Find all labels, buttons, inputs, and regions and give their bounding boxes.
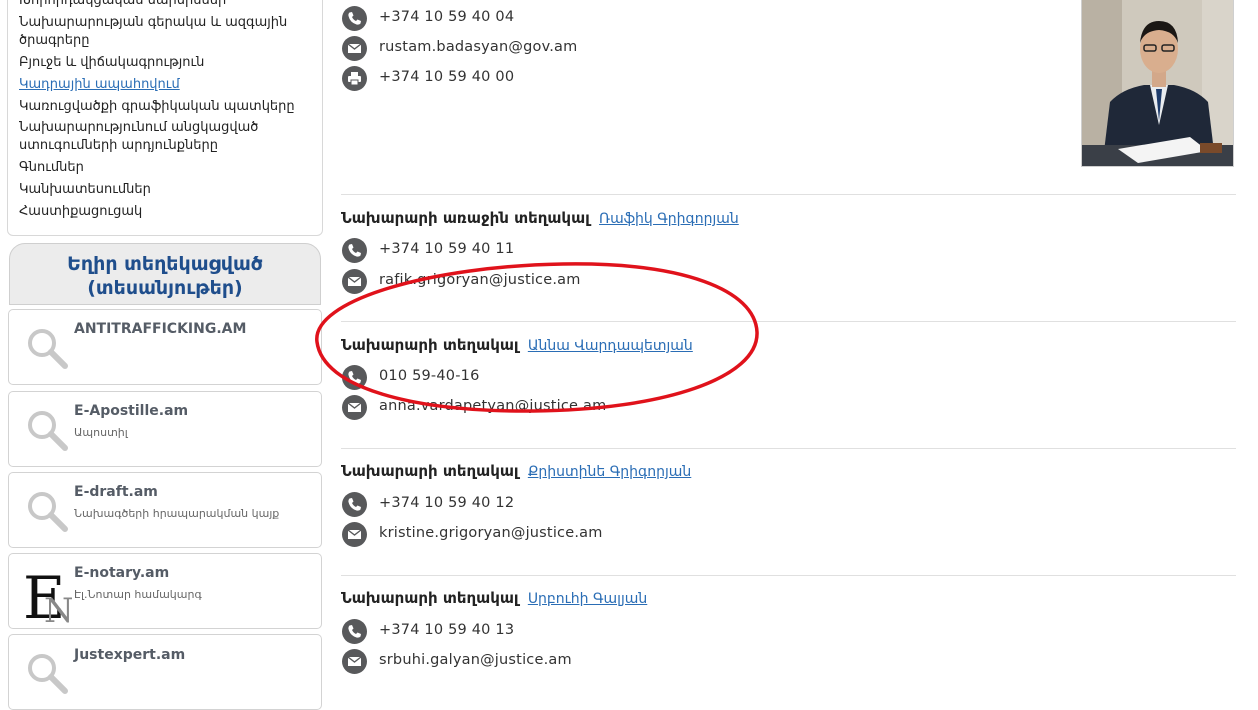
- menu-item-priority-programs[interactable]: Նախարարության գերակա և ազգային: [19, 14, 304, 32]
- deputy-3-phone: +374 10 59 40 12: [379, 495, 515, 511]
- email-icon: [342, 395, 367, 420]
- phone-icon: [342, 6, 367, 31]
- search-icon: [28, 654, 68, 694]
- deputy-3-heading: Նախարարի տեղակալ Քրիստինե Գրիգորյան: [341, 462, 691, 480]
- deputy-4-phone: +374 10 59 40 13: [379, 622, 515, 638]
- separator: [341, 321, 1236, 322]
- search-icon: [28, 411, 68, 451]
- sites-heading: Եղիր տեղեկացված (տեսանյութեր): [9, 243, 321, 305]
- deputy-1-phone: +374 10 59 40 11: [379, 241, 515, 257]
- deputy-2-phone: 010 59-40-16: [379, 368, 480, 384]
- e-notary-logo-icon: E N: [23, 564, 72, 624]
- site-card-antitrafficking[interactable]: ANTITRAFFICKING.AM: [8, 309, 322, 385]
- site-card-e-apostille[interactable]: E-Apostille.am Ապոստիլ: [8, 391, 322, 467]
- phone-icon: [342, 492, 367, 517]
- email-icon: [342, 269, 367, 294]
- email-icon: [342, 36, 367, 61]
- separator: [341, 448, 1236, 449]
- phone-icon: [342, 238, 367, 263]
- search-icon: [28, 492, 68, 532]
- fax-icon: [342, 66, 367, 91]
- minister-photo-image: [1082, 0, 1233, 166]
- menu-item-structure-chart[interactable]: Կառուցվածքի գրաֆիկական պատկերը: [19, 98, 304, 116]
- minister-photo: [1081, 0, 1234, 167]
- minister-email[interactable]: rustam.badasyan@gov.am: [379, 39, 577, 55]
- deputy-3-email[interactable]: kristine.grigoryan@justice.am: [379, 525, 603, 541]
- menu-item-inspections[interactable]: Նախարարությունում անցկացված: [19, 119, 304, 137]
- deputy-4-email[interactable]: srbuhi.galyan@justice.am: [379, 652, 572, 668]
- deputy-4-role: Նախարարի տեղակալ: [341, 589, 519, 607]
- site-card-e-notary[interactable]: E N E-notary.am Էլ.Նոտար համակարգ: [8, 553, 322, 629]
- minister-phone: +374 10 59 40 04: [379, 9, 515, 25]
- menu-item-staff-list[interactable]: Հաստիքացուցակ: [19, 203, 304, 221]
- site-card-justexpert[interactable]: Justexpert.am: [8, 634, 322, 710]
- site-subtitle: Էլ.Նոտար համակարգ: [74, 588, 202, 601]
- site-title: E-Apostille.am: [74, 403, 189, 419]
- deputy-1-heading: Նախարարի առաջին տեղակալ Ռաֆիկ Գրիգորյան: [341, 209, 739, 227]
- deputy-2-heading: Նախարարի տեղակալ Աննա Վարդապետյան: [341, 336, 693, 354]
- deputy-2-name-link[interactable]: Աննա Վարդապետյան: [528, 338, 693, 354]
- separator: [341, 194, 1236, 195]
- site-title: ANTITRAFFICKING.AM: [74, 321, 247, 337]
- minister-fax: +374 10 59 40 00: [379, 69, 515, 85]
- deputy-4-name-link[interactable]: Սրբուհի Գալյան: [528, 591, 647, 607]
- deputy-1-role: Նախարարի առաջին տեղակալ: [341, 209, 590, 227]
- menu-item-procurement[interactable]: Գնումներ: [19, 159, 304, 177]
- deputy-2-email[interactable]: anna.vardapetyan@justice.am: [379, 398, 606, 414]
- deputy-3-name-link[interactable]: Քրիստինե Գրիգորյան: [528, 464, 691, 480]
- search-icon: [28, 329, 68, 369]
- deputy-4-heading: Նախարարի տեղակալ Սրբուհի Գալյան: [341, 589, 647, 607]
- site-title: E-notary.am: [74, 565, 170, 581]
- menu-item-inspections-cont[interactable]: ստուգումների արդյունքները: [19, 137, 304, 155]
- site-subtitle: Նախագծերի հրապարակման կայք: [74, 507, 280, 520]
- sites-heading-line2: (տեսանյութեր): [87, 277, 243, 299]
- site-subtitle: Ապոստիլ: [74, 426, 128, 439]
- menu-item-forecasts[interactable]: Կանխատեսումներ: [19, 181, 304, 199]
- deputy-1-email[interactable]: rafik.grigoryan@justice.am: [379, 272, 581, 288]
- email-icon: [342, 522, 367, 547]
- separator: [341, 575, 1236, 576]
- menu-item-advisory-bodies[interactable]: Խորհրդակցական մարմիններ: [19, 0, 304, 10]
- menu-item-priority-programs-cont[interactable]: ծրագրերը: [19, 32, 304, 50]
- menu-item-staffing[interactable]: Կադրային ապահովում: [19, 76, 304, 94]
- email-icon: [342, 649, 367, 674]
- deputy-1-name-link[interactable]: Ռաֆիկ Գրիգորյան: [599, 211, 739, 227]
- svg-text:N: N: [44, 591, 72, 624]
- sites-heading-line1: Եղիր տեղեկացված: [67, 253, 263, 275]
- site-title: E-draft.am: [74, 484, 158, 500]
- deputy-2-role: Նախարարի տեղակալ: [341, 336, 519, 354]
- menu-item-budget[interactable]: Բյուջե և վիճակագրություն: [19, 54, 304, 72]
- deputy-3-role: Նախարարի տեղակալ: [341, 462, 519, 480]
- phone-icon: [342, 365, 367, 390]
- phone-icon: [342, 619, 367, 644]
- site-card-e-draft[interactable]: E-draft.am Նախագծերի հրապարակման կայք: [8, 472, 322, 548]
